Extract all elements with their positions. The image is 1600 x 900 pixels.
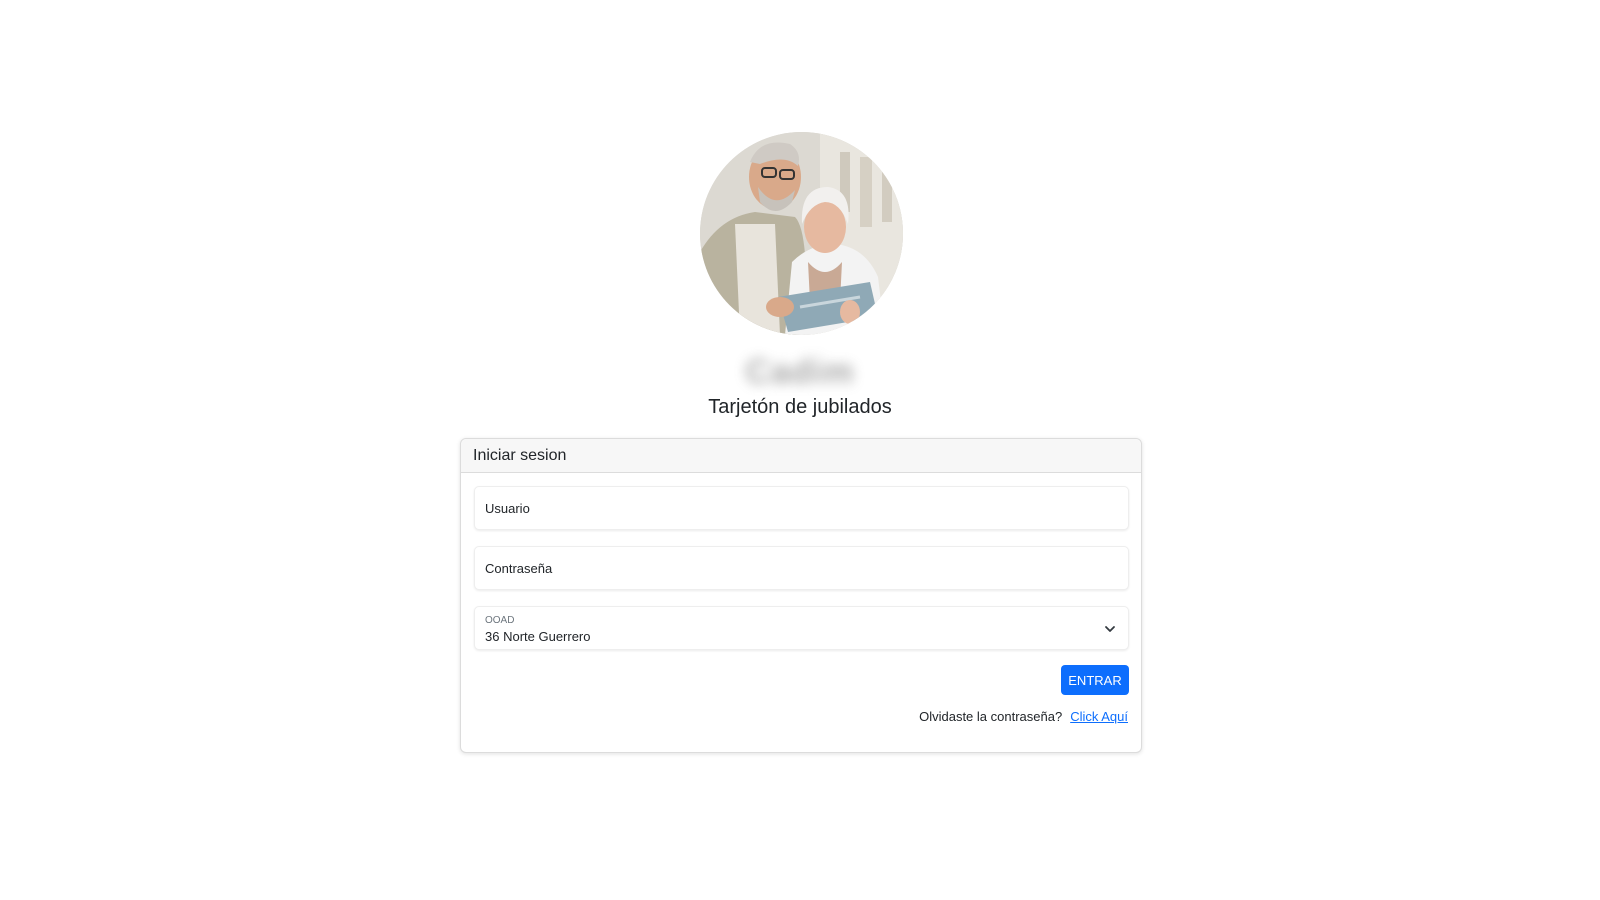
enter-button[interactable]: ENTRAR bbox=[1061, 665, 1129, 695]
page-subtitle: Tarjetón de jubilados bbox=[708, 396, 892, 418]
brand-name: Cadim bbox=[745, 353, 855, 391]
hero-photo bbox=[700, 132, 903, 335]
password-input[interactable] bbox=[475, 547, 1128, 589]
forgot-password-text: Olvidaste la contraseña? bbox=[919, 709, 1063, 724]
login-card: Iniciar sesion OOAD 36 Norte Guerrero EN… bbox=[460, 438, 1142, 753]
username-field-wrapper bbox=[474, 486, 1129, 530]
forgot-password-link[interactable]: Click Aquí bbox=[1070, 709, 1128, 724]
username-input[interactable] bbox=[475, 487, 1128, 529]
ooad-select[interactable]: OOAD 36 Norte Guerrero bbox=[474, 606, 1129, 650]
card-title: Iniciar sesion bbox=[461, 439, 1141, 473]
ooad-select-label: OOAD bbox=[485, 615, 515, 626]
password-field-wrapper bbox=[474, 546, 1129, 590]
login-page: Cadim Tarjetón de jubilados Iniciar sesi… bbox=[0, 0, 1600, 900]
chevron-down-icon bbox=[1104, 622, 1116, 634]
ooad-select-value: 36 Norte Guerrero bbox=[485, 629, 591, 644]
forgot-password-row: Olvidaste la contraseña? Click Aquí bbox=[919, 709, 1128, 724]
